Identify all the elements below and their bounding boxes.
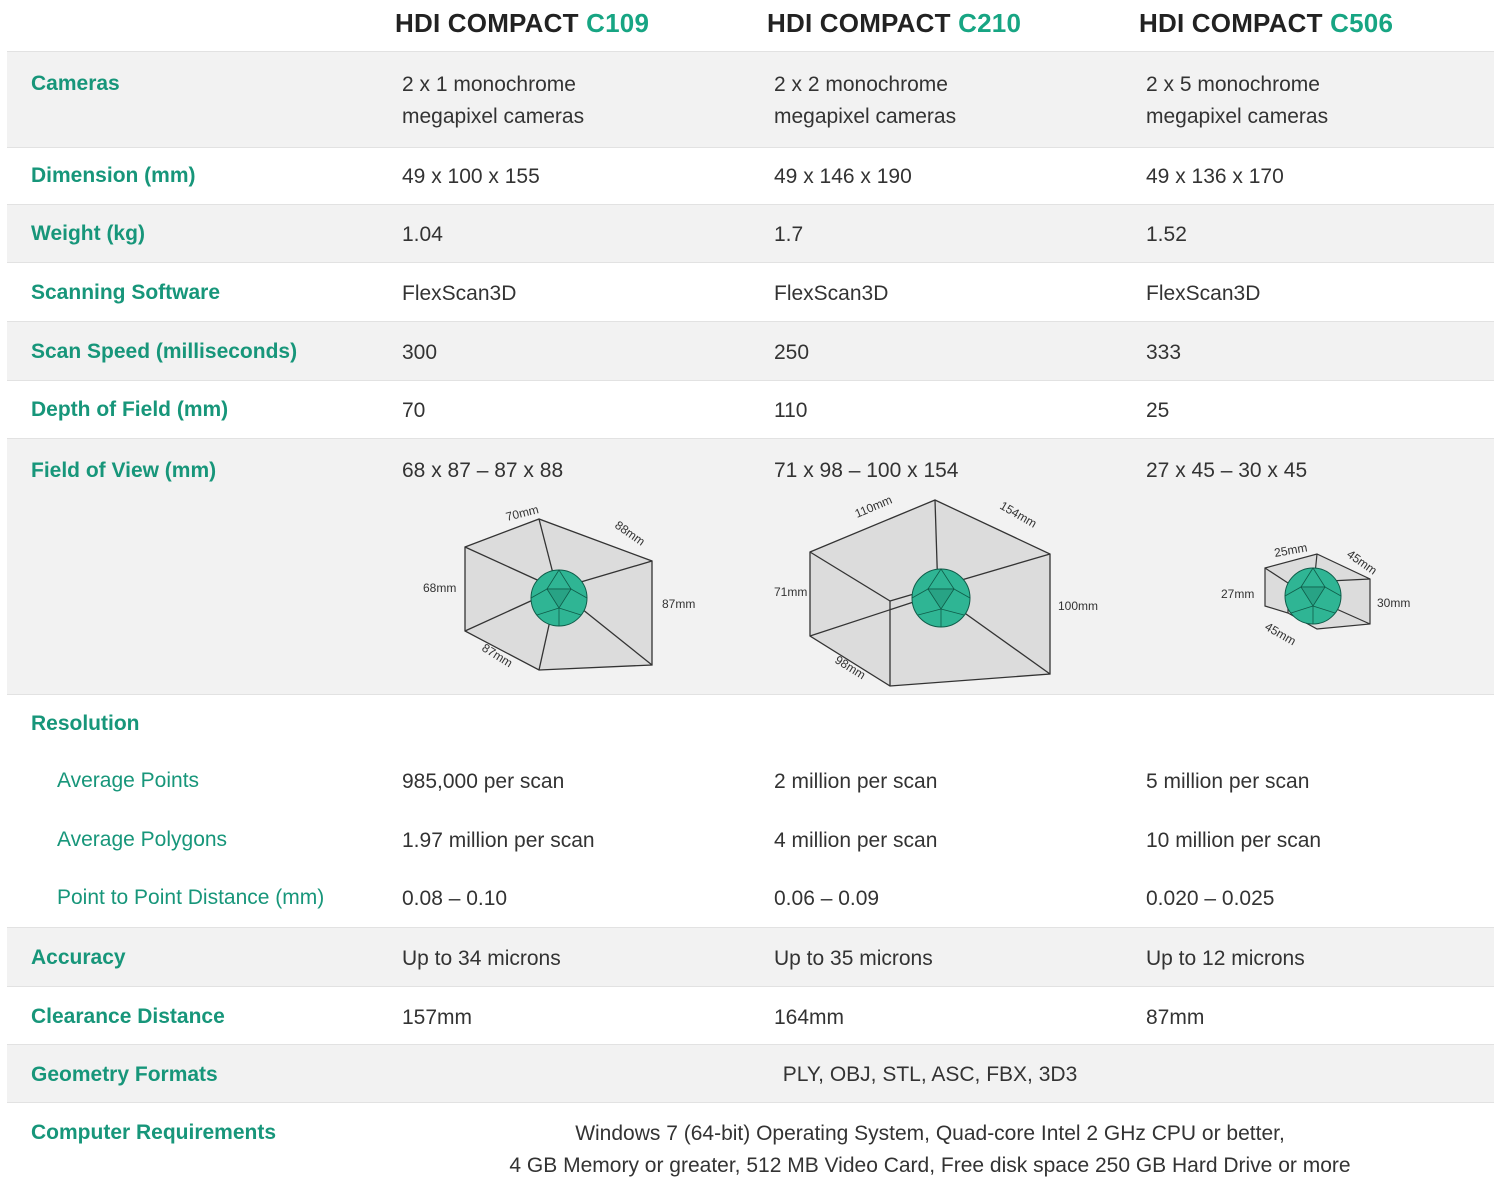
cell-c506: 27 x 45 – 30 x 45 [1146, 459, 1308, 482]
cell-c210: 2 x 2 monochrome megapixel cameras [774, 73, 957, 128]
row-label: Accuracy [31, 946, 126, 969]
row-average-points: Average Points 985,000 per scan 2 millio… [7, 752, 1494, 811]
model-header-c109: HDI COMPACT C109 [395, 8, 650, 38]
fov-diagram-c506: 25mm 45mm 27mm 30mm 45mm [1221, 540, 1410, 648]
row-label: Clearance Distance [31, 1005, 225, 1028]
cell-c506: 10 million per scan [1146, 829, 1322, 852]
cell-c210: 71 x 98 – 100 x 154 [774, 459, 959, 482]
sub-row-label: Average Points [57, 769, 200, 792]
cell-c109: FlexScan3D [402, 282, 517, 305]
dim-label: 100mm [1058, 599, 1098, 613]
cell-c109: 985,000 per scan [402, 770, 565, 793]
cell-c109: Up to 34 microns [402, 947, 561, 970]
cell-c109: 1.97 million per scan [402, 829, 595, 852]
dim-label: 27mm [1221, 587, 1254, 601]
row-label: Cameras [31, 72, 120, 95]
model-code: C210 [958, 8, 1022, 38]
row-field-of-view: Field of View (mm) 68 x 87 – 87 x 88 71 … [7, 438, 1494, 694]
model-code: C506 [1330, 8, 1394, 38]
row-weight: Weight (kg) 1.04 1.7 1.52 [7, 204, 1494, 262]
dim-label: 87mm [662, 597, 695, 611]
dim-label: 88mm [612, 518, 647, 549]
row-label: Geometry Formats [31, 1063, 218, 1086]
row-label: Depth of Field (mm) [31, 398, 229, 421]
row-cameras: Cameras 2 x 1 monochrome megapixel camer… [7, 51, 1494, 147]
cell-c210: Up to 35 microns [774, 947, 933, 970]
model-header-c506: HDI COMPACT C506 [1139, 8, 1394, 38]
dim-label: 110mm [853, 494, 894, 521]
row-accuracy: Accuracy Up to 34 microns Up to 35 micro… [7, 927, 1494, 986]
cell-c506: Up to 12 microns [1146, 947, 1305, 970]
model-header-c210: HDI COMPACT C210 [767, 8, 1022, 38]
row-computer-requirements: Computer Requirements Windows 7 (64-bit)… [7, 1102, 1494, 1200]
cell-c210: 110 [774, 399, 808, 422]
cell-c210: 0.06 – 0.09 [774, 887, 880, 910]
dim-label: 154mm [998, 498, 1040, 530]
row-depth-of-field: Depth of Field (mm) 70 110 25 [7, 380, 1494, 438]
model-code: C109 [586, 8, 650, 38]
row-scanning-software: Scanning Software FlexScan3D FlexScan3D … [7, 262, 1494, 321]
row-scan-speed: Scan Speed (milliseconds) 300 250 333 [7, 321, 1494, 380]
cell-c506: 333 [1146, 341, 1182, 364]
cell-c109: 157mm [402, 1006, 473, 1029]
row-geometry-formats: Geometry Formats PLY, OBJ, STL, ASC, FBX… [7, 1044, 1494, 1102]
dim-label: 45mm [1263, 619, 1299, 648]
cell-c210: 1.7 [774, 223, 804, 246]
cell-c506: 2 x 5 monochrome megapixel cameras [1146, 73, 1329, 128]
sphere-icon [530, 569, 588, 627]
cell-c109: 2 x 1 monochrome megapixel cameras [402, 73, 585, 128]
requirements-value: Windows 7 (64-bit) Operating System, Qua… [509, 1122, 1351, 1177]
fov-diagram-c210: 110mm 154mm 71mm 100mm 98mm [774, 494, 1098, 687]
row-average-polygons: Average Polygons 1.97 million per scan 4… [7, 811, 1494, 869]
cell-c506: 87mm [1146, 1006, 1205, 1029]
formats-value: PLY, OBJ, STL, ASC, FBX, 3D3 [782, 1063, 1078, 1086]
cell-c109: 300 [402, 341, 438, 364]
cell-c109: 70 [402, 399, 426, 422]
row-resolution: Resolution [7, 694, 1494, 752]
fov-diagram-c109: 70mm 88mm 68mm 87mm 87mm [423, 502, 695, 671]
cell-c210: 49 x 146 x 190 [774, 165, 912, 188]
cell-c109: 49 x 100 x 155 [402, 165, 540, 188]
cell-c210: 2 million per scan [774, 770, 938, 793]
cell-c210: FlexScan3D [774, 282, 889, 305]
cell-c109: 0.08 – 0.10 [402, 887, 508, 910]
sub-row-label: Average Polygons [57, 828, 228, 851]
cell-c109: 1.04 [402, 223, 443, 246]
row-clearance-distance: Clearance Distance 157mm 164mm 87mm [7, 986, 1494, 1044]
dim-label: 30mm [1377, 596, 1410, 610]
row-label: Field of View (mm) [31, 459, 217, 482]
cell-c506: 0.020 – 0.025 [1146, 887, 1275, 910]
cell-c210: 164mm [774, 1006, 845, 1029]
dim-label: 68mm [423, 581, 456, 595]
cell-c506: 49 x 136 x 170 [1146, 165, 1284, 188]
dim-label: 71mm [774, 585, 807, 599]
sub-row-label: Point to Point Distance (mm) [57, 886, 325, 909]
dim-label: 25mm [1273, 540, 1308, 560]
row-label: Scan Speed (milliseconds) [31, 340, 298, 363]
row-label: Scanning Software [31, 281, 221, 304]
cell-c506: 25 [1146, 399, 1170, 422]
cell-c109: 68 x 87 – 87 x 88 [402, 459, 564, 482]
row-dimension: Dimension (mm) 49 x 100 x 155 49 x 146 x… [7, 147, 1494, 204]
sphere-icon [1284, 567, 1342, 625]
cell-c210: 250 [774, 341, 810, 364]
row-point-to-point: Point to Point Distance (mm) 0.08 – 0.10… [7, 869, 1494, 927]
sphere-icon [911, 568, 971, 628]
row-label: Computer Requirements [31, 1121, 277, 1144]
cell-c506: 1.52 [1146, 223, 1187, 246]
cell-c506: FlexScan3D [1146, 282, 1261, 305]
cell-c210: 4 million per scan [774, 829, 938, 852]
row-label: Weight (kg) [31, 222, 145, 245]
row-label: Resolution [31, 712, 140, 735]
cell-c506: 5 million per scan [1146, 770, 1310, 793]
row-label: Dimension (mm) [31, 164, 196, 187]
